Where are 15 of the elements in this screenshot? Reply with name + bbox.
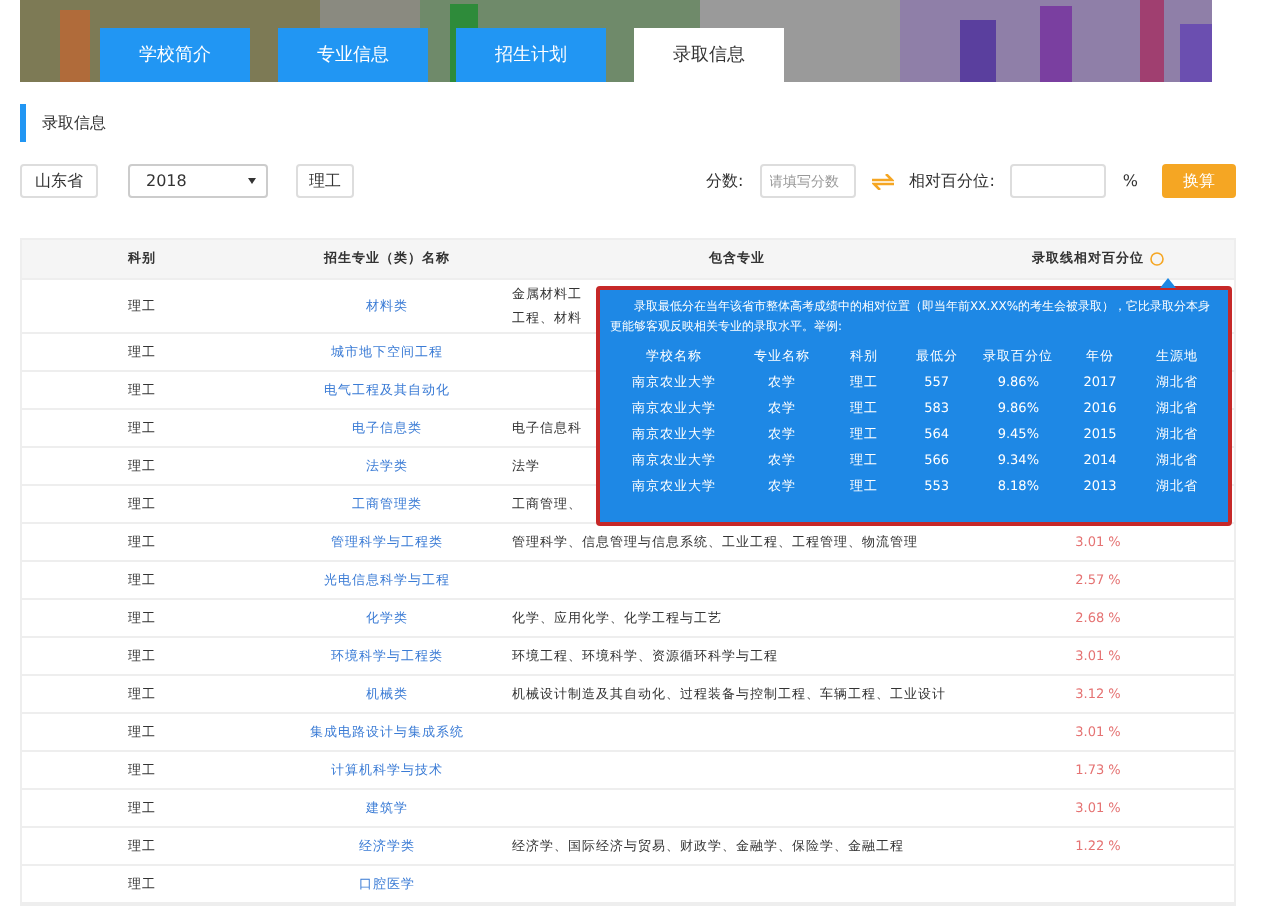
score-label: 分数: bbox=[705, 170, 744, 192]
swap-icon[interactable] bbox=[871, 173, 894, 189]
tab[interactable]: 录取信息 bbox=[634, 28, 784, 82]
category-select[interactable]: 理工 bbox=[296, 164, 354, 198]
percent-label: 相对百分位: bbox=[909, 170, 995, 192]
tab[interactable]: 专业信息 bbox=[278, 28, 428, 82]
help-icon[interactable] bbox=[1150, 252, 1164, 266]
percent-unit: % bbox=[1122, 172, 1138, 190]
tab[interactable]: 招生计划 bbox=[456, 28, 606, 82]
percent-input[interactable] bbox=[1010, 164, 1107, 198]
caret-icon bbox=[248, 178, 256, 184]
province-select[interactable]: 山东省 bbox=[20, 164, 98, 198]
section-title: 录取信息 bbox=[42, 112, 106, 134]
year-select[interactable]: 2018 bbox=[128, 164, 268, 198]
tab[interactable]: 学校简介 bbox=[100, 28, 250, 82]
